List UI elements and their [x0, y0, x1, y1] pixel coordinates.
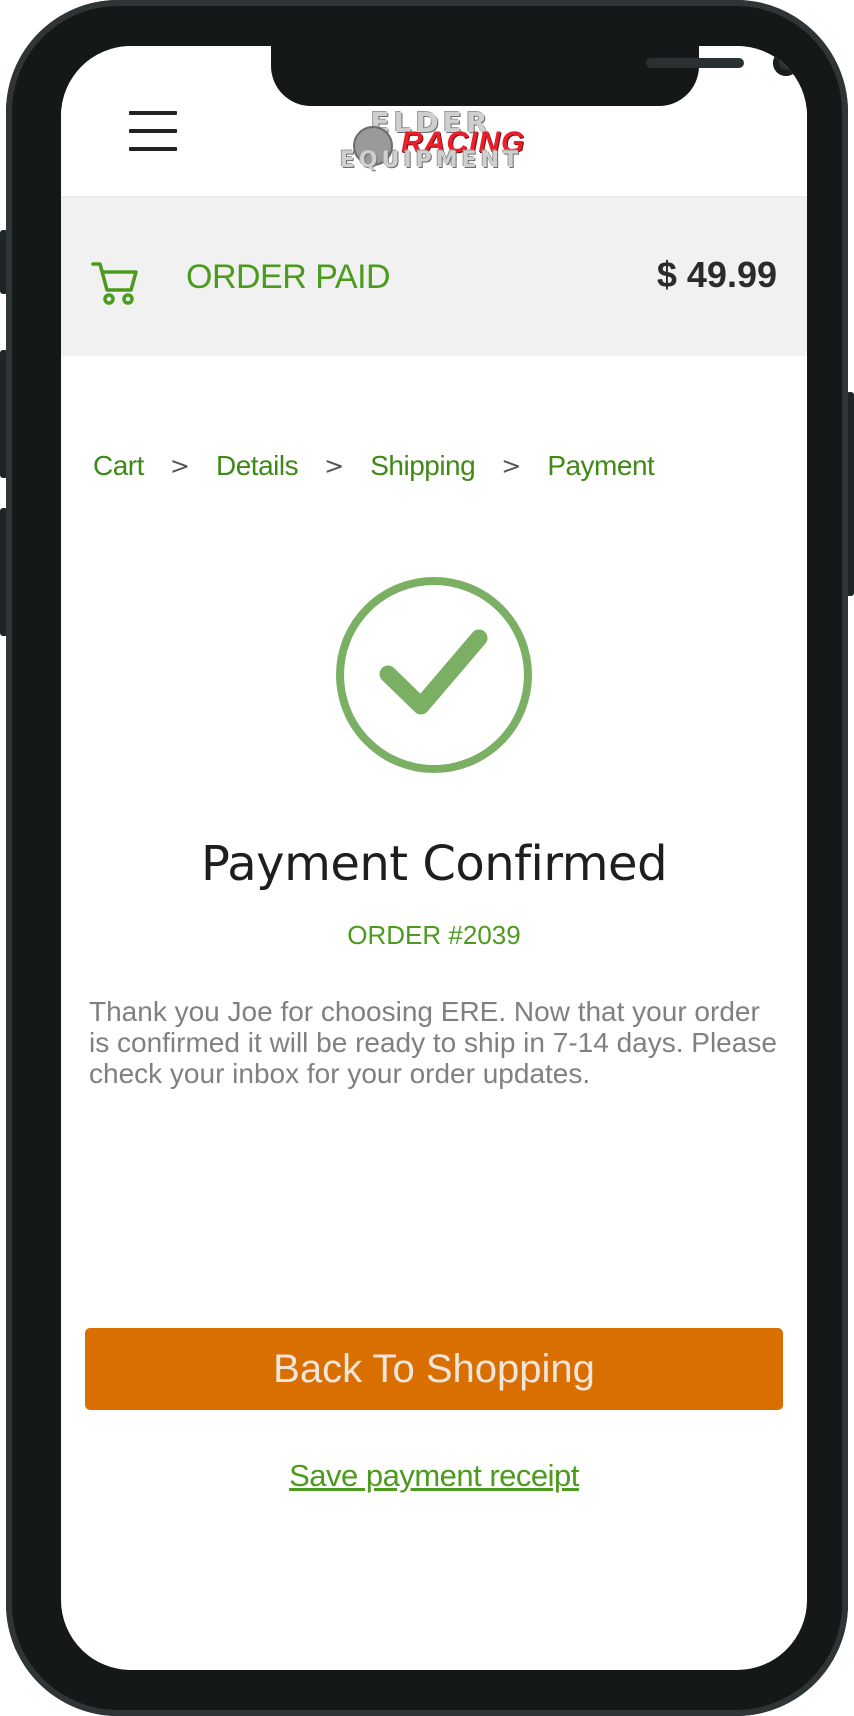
breadcrumb: Cart > Details > Shipping > Payment: [93, 446, 655, 486]
confirmation-message: Thank you Joe for choosing ERE. Now that…: [89, 996, 777, 1089]
breadcrumb-payment[interactable]: Payment: [547, 450, 655, 482]
order-summary-bar: ORDER PAID $ 49.99: [61, 198, 807, 356]
phone-screen: ELDER RACING EQUIPMENT ORDER PAID $ 49.9…: [61, 46, 807, 1670]
order-status: ORDER PAID: [186, 258, 391, 296]
breadcrumb-cart[interactable]: Cart: [93, 450, 144, 482]
phone-notch: [271, 46, 799, 106]
front-camera: [773, 50, 799, 76]
chevron-right-icon: >: [501, 452, 522, 480]
order-total: $ 49.99: [656, 254, 777, 295]
phone-frame: ELDER RACING EQUIPMENT ORDER PAID $ 49.9…: [6, 0, 848, 1716]
cart-icon[interactable]: [91, 260, 139, 306]
back-to-shopping-button[interactable]: Back To Shopping: [85, 1328, 783, 1410]
save-receipt-link[interactable]: Save payment receipt: [61, 1458, 807, 1494]
confirmation-title: Payment Confirmed: [200, 836, 668, 892]
order-number: ORDER #2039: [347, 920, 521, 950]
breadcrumb-shipping[interactable]: Shipping: [370, 450, 475, 482]
chevron-right-icon: >: [324, 452, 345, 480]
hamburger-menu-icon[interactable]: [129, 111, 177, 151]
breadcrumb-details[interactable]: Details: [216, 450, 299, 482]
brand-logo[interactable]: ELDER RACING EQUIPMENT: [331, 106, 541, 176]
chevron-right-icon: >: [169, 452, 191, 480]
logo-text-bottom: EQUIPMENT: [339, 148, 523, 173]
speaker-grille: [646, 58, 744, 68]
check-circle-icon: [336, 577, 532, 773]
